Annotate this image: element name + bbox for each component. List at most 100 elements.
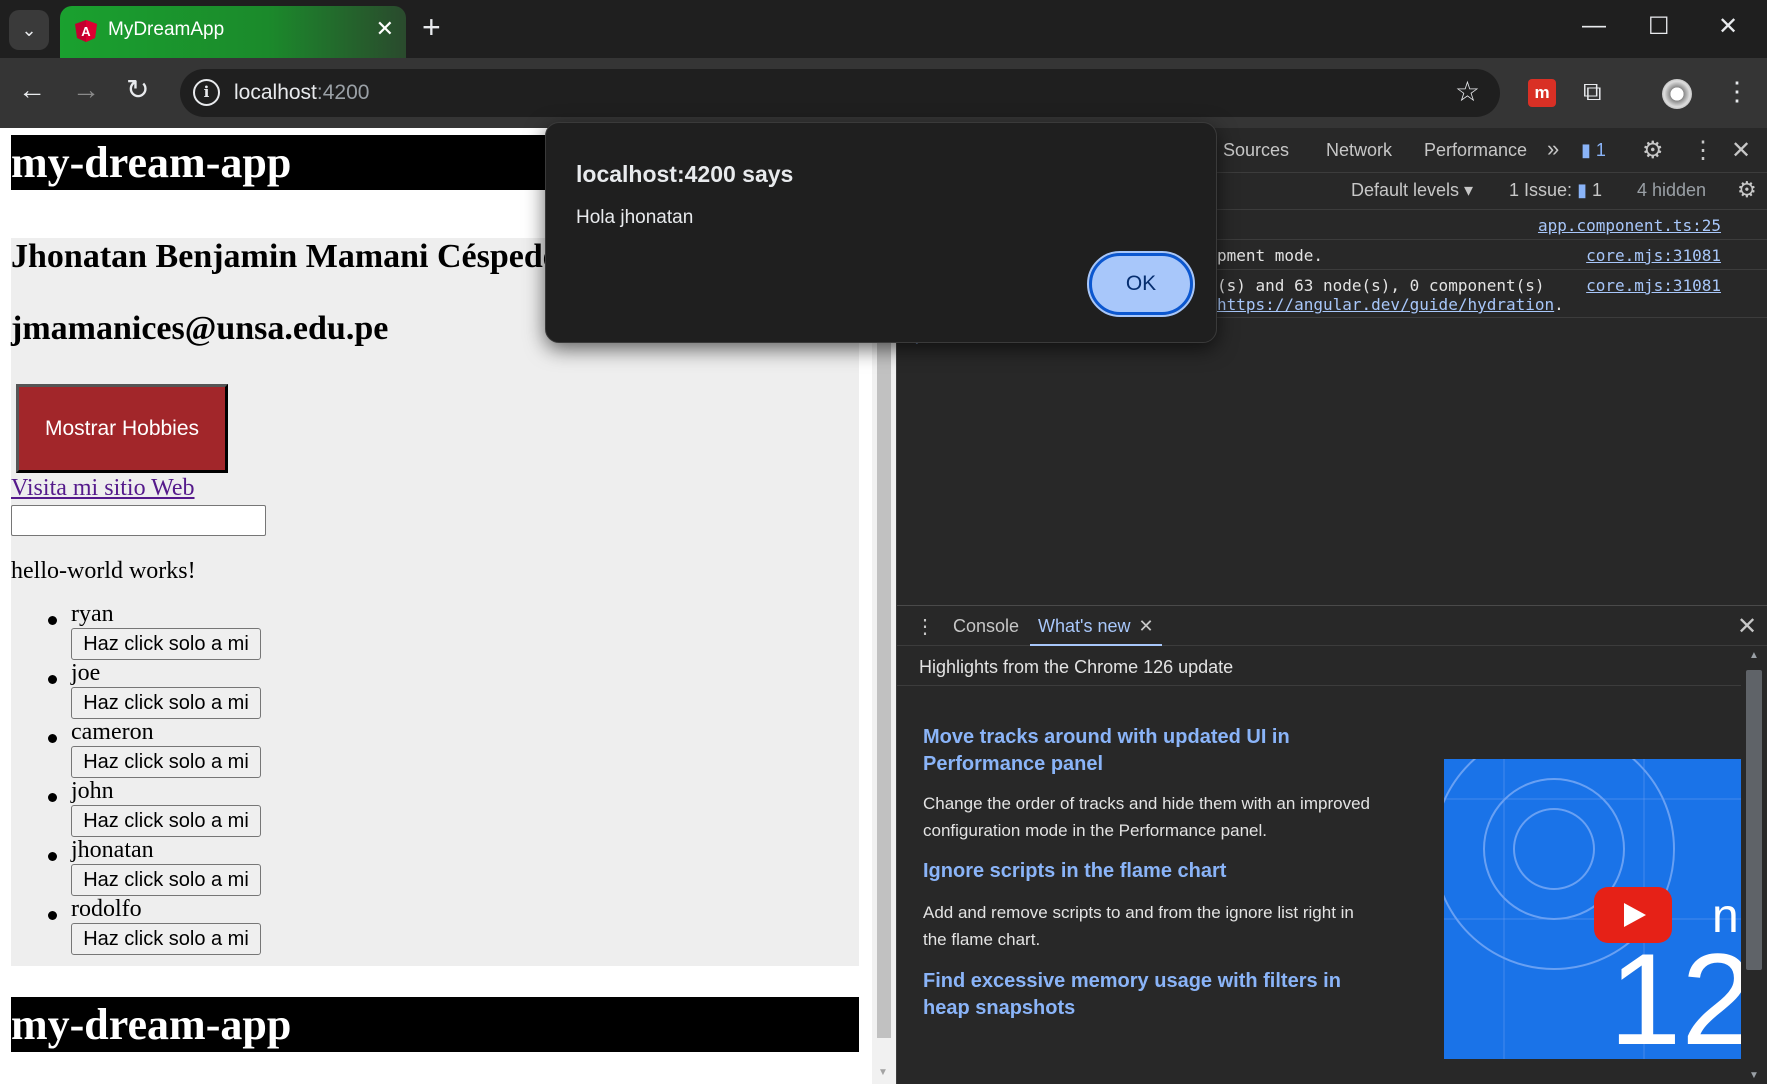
more-tabs-icon[interactable]: » — [1547, 136, 1559, 162]
tab-title: MyDreamApp — [108, 19, 225, 40]
footer-header: my-dream-app — [11, 997, 859, 1052]
console-settings-icon[interactable]: ⚙ — [1737, 177, 1757, 203]
whats-new-title: Highlights from the Chrome 126 update — [897, 646, 1745, 686]
click-me-button[interactable]: Haz click solo a mi — [71, 687, 261, 719]
ok-button[interactable]: OK — [1087, 251, 1195, 317]
whats-new-heading[interactable]: Ignore scripts in the flame chart — [923, 858, 1363, 885]
new-tab-icon[interactable]: + — [422, 10, 441, 44]
click-me-button[interactable]: Haz click solo a mi — [71, 805, 261, 837]
tab-close-icon[interactable]: ✕ — [376, 16, 394, 42]
more-options-icon[interactable]: ⋮ — [1691, 136, 1715, 165]
console-source-link[interactable]: app.component.ts:25 — [1538, 216, 1721, 235]
issues-badge[interactable]: ▮ 1 — [1581, 140, 1606, 161]
show-hobbies-button[interactable]: Mostrar Hobbies — [16, 384, 228, 473]
alert-dialog: localhost:4200 says Hola jhonatan OK — [545, 122, 1217, 343]
back-icon[interactable]: ← — [18, 75, 46, 105]
bullet — [48, 852, 57, 861]
close-window-icon[interactable]: ✕ — [1718, 12, 1738, 41]
close-tab-icon[interactable]: ✕ — [1138, 616, 1153, 636]
whats-new-label: What's new — [1038, 616, 1131, 636]
scrollbar-thumb[interactable] — [1746, 670, 1762, 970]
tab-strip: ⌄ A MyDreamApp ✕ + — ☐ ✕ — [0, 0, 1767, 58]
settings-gear-icon[interactable]: ⚙ — [1642, 136, 1664, 165]
issues-number: 1 — [1591, 180, 1602, 200]
bullet — [48, 911, 57, 920]
close-drawer-icon[interactable]: ✕ — [1737, 612, 1757, 641]
profile-avatar[interactable] — [1662, 79, 1692, 109]
scroll-down-arrow-icon[interactable]: ▼ — [878, 1067, 888, 1078]
hidden-count: 4 hidden — [1637, 180, 1707, 200]
click-me-button[interactable]: Haz click solo a mi — [71, 864, 261, 896]
click-me-button[interactable]: Haz click solo a mi — [71, 746, 261, 778]
issues-label: 1 Issue: — [1509, 180, 1573, 200]
reload-icon[interactable]: ↻ — [126, 75, 149, 105]
url-host: localhost — [234, 81, 317, 104]
issues-count: 1 — [1595, 140, 1606, 160]
bookmark-star-icon[interactable]: ☆ — [1455, 75, 1480, 108]
drawer-scrollbar[interactable]: ▲ ▼ — [1741, 646, 1767, 1084]
issues-link[interactable]: 1 Issue: ▮ 1 — [1509, 180, 1602, 201]
website-link[interactable]: Visita mi sitio Web — [11, 475, 195, 502]
drawer-tab-console[interactable]: Console — [953, 616, 1019, 637]
tab-performance[interactable]: Performance — [1424, 140, 1527, 161]
click-me-button[interactable]: Haz click solo a mi — [71, 628, 261, 660]
whats-new-body: Add and remove scripts to and from the i… — [923, 903, 1354, 949]
browser-toolbar: ← → ↻ i localhost:4200 ☆ — [0, 58, 1767, 128]
user-name: cameron — [71, 719, 154, 745]
message-icon: ▮ — [1581, 140, 1591, 160]
user-name: ryan — [71, 601, 114, 627]
drawer-tab-bar: ⋮ Console What's new ✕ ✕ — [897, 606, 1767, 646]
log-levels-dropdown[interactable]: Default levels ▾ — [1351, 180, 1473, 201]
tab-network[interactable]: Network — [1326, 140, 1392, 161]
svg-text:A: A — [81, 24, 91, 39]
address-bar[interactable]: i localhost:4200 ☆ — [180, 69, 1500, 117]
extension-icon[interactable]: m — [1528, 79, 1556, 107]
hydration-docs-link[interactable]: https://angular.dev/guide/hydration — [1217, 295, 1554, 314]
tab-search-button[interactable]: ⌄ — [9, 10, 49, 50]
scroll-down-arrow-icon[interactable]: ▼ — [1749, 1070, 1759, 1081]
alert-message: Hola jhonatan — [576, 207, 694, 228]
scroll-up-arrow-icon[interactable]: ▲ — [1749, 650, 1759, 661]
thumbnail-letter: n — [1712, 890, 1739, 943]
active-tab[interactable]: A MyDreamApp ✕ — [60, 6, 406, 58]
bullet — [48, 675, 57, 684]
drawer-tab-whats-new[interactable]: What's new ✕ — [1030, 606, 1162, 646]
whats-new-body: Change the order of tracks and hide them… — [923, 794, 1370, 840]
user-name: john — [71, 778, 114, 804]
minimize-icon[interactable]: — — [1582, 12, 1606, 40]
devtools-drawer: ⋮ Console What's new ✕ ✕ Highlights from … — [897, 605, 1767, 1084]
maximize-icon[interactable]: ☐ — [1648, 12, 1670, 41]
drawer-menu-icon[interactable]: ⋮ — [915, 614, 935, 639]
browser-menu-icon[interactable]: ⋮ — [1724, 76, 1750, 107]
url-port: :4200 — [316, 81, 370, 104]
tab-sources[interactable]: Sources — [1223, 140, 1289, 161]
user-name: joe — [71, 660, 101, 686]
close-devtools-icon[interactable]: ✕ — [1731, 136, 1751, 165]
profile-card: Jhonatan Benjamin Mamani Céspedes jmaman… — [11, 238, 859, 966]
console-source-link[interactable]: core.mjs:31081 — [1586, 276, 1721, 295]
thumbnail-number: 12 — [1609, 926, 1741, 1059]
alert-title: localhost:4200 says — [576, 161, 794, 187]
url-text[interactable]: localhost:4200 — [234, 81, 369, 105]
angular-favicon-icon: A — [75, 20, 97, 42]
forward-icon[interactable]: → — [72, 75, 100, 105]
bullet — [48, 734, 57, 743]
chevron-down-icon: ⌄ — [21, 19, 37, 40]
hello-world-text: hello-world works! — [11, 558, 196, 584]
whats-new-heading[interactable]: Find excessive memory usage with filters… — [923, 968, 1363, 1022]
bullet — [48, 616, 57, 625]
console-source-link[interactable]: core.mjs:31081 — [1586, 246, 1721, 265]
person-email: jmamanices@unsa.edu.pe — [11, 310, 389, 347]
whats-new-heading[interactable]: Move tracks around with updated UI in Pe… — [923, 724, 1363, 778]
click-me-button[interactable]: Haz click solo a mi — [71, 923, 261, 955]
person-name: Jhonatan Benjamin Mamani Céspedes — [11, 238, 572, 275]
console-text: pment mode. — [1217, 246, 1323, 265]
site-info-icon[interactable]: i — [193, 79, 220, 106]
console-text: (s) and 63 node(s), 0 component(s) — [1217, 276, 1545, 295]
user-name: jhonatan — [71, 837, 154, 863]
extensions-puzzle-icon[interactable]: ⧉ — [1583, 76, 1602, 108]
whats-new-video-thumbnail[interactable]: 12 n — [1444, 759, 1741, 1059]
bullet — [48, 793, 57, 802]
user-name: rodolfo — [71, 896, 142, 922]
text-input[interactable] — [11, 505, 266, 536]
